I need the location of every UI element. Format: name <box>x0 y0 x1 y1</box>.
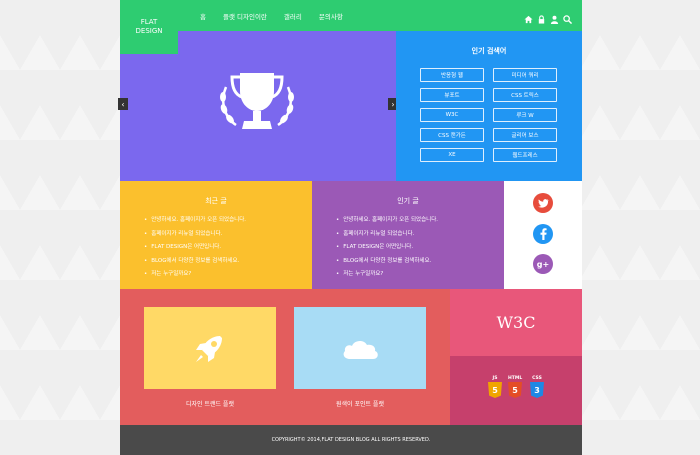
js-badge[interactable]: JS 5 <box>488 376 502 398</box>
main-nav: 홈 플랫 디자인이란 갤러리 문의사항 <box>178 0 360 31</box>
cloud-icon <box>343 340 378 359</box>
site-logo[interactable]: FLAT DESIGN <box>120 0 178 54</box>
header-tools <box>524 9 573 25</box>
search-tag[interactable]: CSS 캔가든 <box>420 128 484 142</box>
google-plus-icon: g+ <box>536 259 550 269</box>
list-item[interactable]: 안녕하세요. 홈페이지가 오픈 되었습니다. <box>336 214 504 228</box>
search-tag[interactable]: W3C <box>420 108 484 122</box>
search-tag-list: 반응형 웹 미디어 쿼리 뷰포트 CSS 트릭스 W3C 루크 W CSS 캔가… <box>420 68 558 162</box>
list-item[interactable]: BLOG에서 다양한 정보를 검색하세요. <box>336 255 504 269</box>
search-tag[interactable]: 미디어 쿼리 <box>493 68 557 82</box>
html-label: HTML <box>508 376 523 381</box>
js-shield-icon: 5 <box>488 382 502 398</box>
feature-card-trend[interactable] <box>144 307 276 389</box>
google-plus-button[interactable]: g+ <box>533 254 553 274</box>
feature-caption-trend[interactable]: 디자인 트랜드 플랫 <box>144 399 276 408</box>
css3-shield-icon: 3 <box>530 382 544 398</box>
popular-search-panel: 인기 검색어 반응형 웹 미디어 쿼리 뷰포트 CSS 트릭스 W3C 루크 W… <box>396 31 582 181</box>
user-icon[interactable] <box>550 9 559 24</box>
footer: COPYRIGHT© 2014,FLAT DESIGN BLOG ALL RIG… <box>120 425 582 455</box>
search-tag[interactable]: 루크 W <box>493 108 557 122</box>
popular-posts-list: 안녕하세요. 홈페이지가 오픈 되었습니다. 홈페이지가 리뉴얼 되었습니다. … <box>336 214 504 282</box>
list-item[interactable]: BLOG에서 다양한 정보를 검색하세요. <box>144 255 312 269</box>
rocket-icon <box>196 336 222 362</box>
lock-icon[interactable] <box>537 9 546 24</box>
js-label: JS <box>492 376 498 381</box>
facebook-button[interactable] <box>533 224 553 244</box>
search-tag[interactable]: CSS 트릭스 <box>493 88 557 102</box>
list-item[interactable]: 저는 누구일까요? <box>144 268 312 282</box>
social-panel: g+ <box>504 181 582 289</box>
header-bar: 홈 플랫 디자인이란 갤러리 문의사항 <box>120 0 582 31</box>
trophy-icon <box>220 73 294 129</box>
popular-posts-panel: 인기 글 안녕하세요. 홈페이지가 오픈 되었습니다. 홈페이지가 리뉴얼 되었… <box>312 181 504 289</box>
w3c-logo: W3C <box>496 313 536 332</box>
chevron-left-icon: ‹ <box>121 99 125 109</box>
feature-card-primary-color[interactable] <box>294 307 426 389</box>
logo-line-2: DESIGN <box>135 27 163 35</box>
nav-home[interactable]: 홈 <box>200 11 206 21</box>
search-icon[interactable] <box>563 9 573 25</box>
slider-prev-button[interactable]: ‹ <box>118 98 128 110</box>
feature-caption-primary-color[interactable]: 원색이 포인트 플랫 <box>294 399 426 408</box>
search-tag[interactable]: 웹드프레스 <box>493 148 557 162</box>
site-container: 홈 플랫 디자인이란 갤러리 문의사항 FLAT DESIGN ‹ › 인기 검… <box>118 0 582 455</box>
logo-line-1: FLAT <box>140 18 158 26</box>
popular-posts-title: 인기 글 <box>397 197 419 205</box>
twitter-button[interactable] <box>533 193 553 213</box>
css-number: 3 <box>534 385 540 395</box>
nav-gallery[interactable]: 갤러리 <box>284 11 302 21</box>
search-tag[interactable]: 반응형 웹 <box>420 68 484 82</box>
html-badge[interactable]: HTML 5 <box>508 376 522 398</box>
search-tag[interactable]: 글리어 보스 <box>493 128 557 142</box>
css-badge[interactable]: CSS 3 <box>530 376 544 398</box>
list-item[interactable]: 홈페이지가 리뉴얼 되었습니다. <box>336 228 504 242</box>
list-item[interactable]: 저는 누구일까요? <box>336 268 504 282</box>
list-item[interactable]: FLAT DESIGN은 어떤입니다. <box>144 241 312 255</box>
html-number: 5 <box>512 385 518 395</box>
list-item[interactable]: 안녕하세요. 홈페이지가 오픈 되었습니다. <box>144 214 312 228</box>
nav-contact[interactable]: 문의사항 <box>319 11 343 21</box>
chevron-right-icon: › <box>391 99 395 109</box>
home-icon[interactable] <box>524 9 533 24</box>
list-item[interactable]: 홈페이지가 리뉴얼 되었습니다. <box>144 228 312 242</box>
w3c-panel[interactable]: W3C <box>450 289 582 356</box>
nav-what-is-flat-design[interactable]: 플랫 디자인이란 <box>223 11 267 21</box>
recent-posts-title: 최근 글 <box>205 197 227 205</box>
feature-section: 디자인 트랜드 플랫 원색이 포인트 플랫 <box>120 289 450 425</box>
js-number: 5 <box>492 385 498 395</box>
facebook-icon <box>540 228 547 240</box>
popular-search-title: 인기 검색어 <box>471 47 507 55</box>
twitter-icon <box>537 198 548 208</box>
copyright-text: COPYRIGHT© 2014,FLAT DESIGN BLOG ALL RIG… <box>271 437 431 443</box>
list-item[interactable]: FLAT DESIGN은 어떤입니다. <box>336 241 504 255</box>
search-tag[interactable]: 뷰포트 <box>420 88 484 102</box>
css-label: CSS <box>532 376 542 381</box>
search-tag[interactable]: XE <box>420 148 484 162</box>
tech-panel: JS 5 HTML 5 CSS 3 <box>450 356 582 425</box>
html5-shield-icon: 5 <box>508 382 522 398</box>
recent-posts-panel: 최근 글 안녕하세요. 홈페이지가 오픈 되었습니다. 홈페이지가 리뉴얼 되었… <box>120 181 312 289</box>
recent-posts-list: 안녕하세요. 홈페이지가 오픈 되었습니다. 홈페이지가 리뉴얼 되었습니다. … <box>144 214 312 282</box>
